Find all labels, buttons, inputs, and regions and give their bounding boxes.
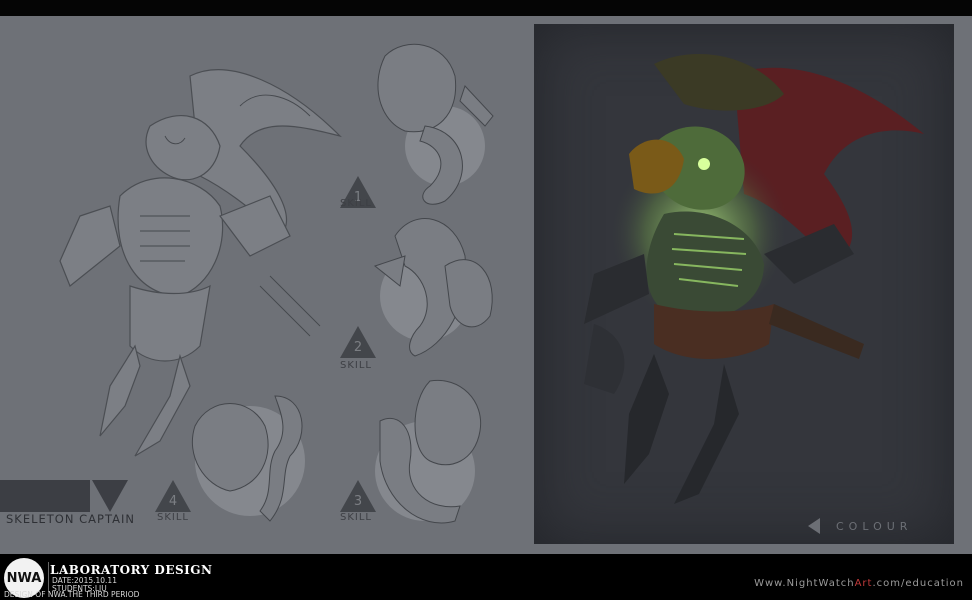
- colour-arrow-icon: [808, 518, 820, 534]
- skill-4-sketch: [191, 395, 305, 522]
- skill-3-sketch: [375, 379, 482, 524]
- colour-label: COLOUR: [836, 520, 913, 533]
- top-bar: [0, 0, 972, 16]
- site-suffix: .com/education: [872, 578, 964, 589]
- skill-4-label: SKILL: [157, 512, 189, 523]
- skill-2-number: 2: [353, 340, 363, 355]
- website-link[interactable]: Www.NightWatchArt.com/education: [754, 578, 964, 589]
- skill-2-sketch: [373, 218, 493, 357]
- colour-character-painting: [584, 54, 924, 504]
- footer-design: DESIGN OF NWA.THE THIRD PERIOD: [4, 590, 140, 599]
- skill-1-sketch: [377, 43, 494, 205]
- skill-3-number: 3: [353, 494, 363, 509]
- site-prefix: Www.NightWatch: [754, 578, 855, 589]
- site-highlight: Art: [854, 578, 873, 589]
- skill-1-label: SKILL: [340, 198, 372, 209]
- character-name: SKELETON CAPTAIN: [6, 512, 135, 526]
- title-strip: [0, 480, 90, 512]
- title-chevron-icon: [92, 480, 128, 512]
- footer-bar: NWA LABORATORY DESIGN DATE:2015.10.11 ST…: [0, 554, 972, 600]
- footer-title: LABORATORY DESIGN: [50, 563, 213, 577]
- skill-2-label: SKILL: [340, 360, 372, 371]
- colour-painting-panel: [534, 24, 954, 544]
- skill-4-number: 4: [168, 494, 178, 509]
- skill-3-label: SKILL: [340, 512, 372, 523]
- concept-sheet: 1 SKILL 2 SKILL 3 SKILL 4 SKILL SKELETON…: [0, 16, 972, 554]
- footer-divider: [48, 562, 49, 592]
